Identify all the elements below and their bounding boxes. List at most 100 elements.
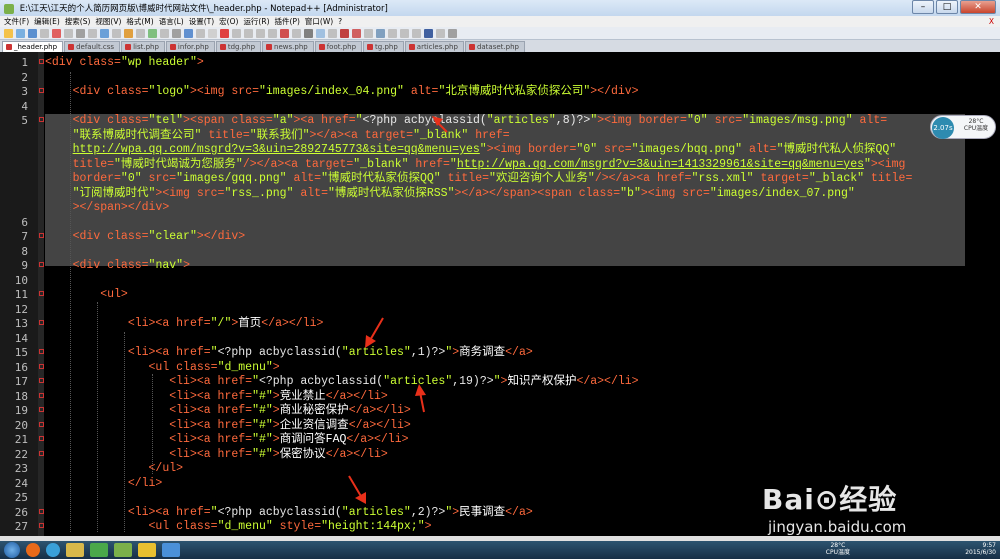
close-button[interactable]: ✕ [960,0,996,14]
menu-item[interactable]: 运行(R) [243,16,269,27]
menu-item[interactable]: 搜索(S) [65,16,91,27]
toolbar-button-icon[interactable] [244,29,253,38]
clock-date: 2015/6/30 [965,549,996,556]
tab-label: tg.php [375,43,398,51]
menu-item[interactable]: 文件(F) [4,16,29,27]
toolbar-button-icon[interactable] [208,29,217,38]
document-tab[interactable]: news.php [262,41,314,52]
toolbar-button-icon[interactable] [388,29,397,38]
toolbar-button-icon[interactable] [448,29,457,38]
firefox-icon[interactable] [26,543,40,557]
red-arrow [365,317,384,348]
toolbar-button-icon[interactable] [148,29,157,38]
toolbar-button-icon[interactable] [340,29,349,38]
menu-item[interactable]: ? [338,17,342,26]
save-state-icon [318,44,325,50]
toolbar-button-icon[interactable] [280,29,289,38]
system-clock[interactable]: 9:57 2015/6/30 [965,542,996,556]
document-tab[interactable]: infor.php [165,41,215,52]
toolbar-button-icon[interactable] [100,29,109,38]
toolbar-button-icon[interactable] [160,29,169,38]
toolbar-button-icon[interactable] [256,29,265,38]
maximize-button[interactable]: □ [936,0,958,14]
start-button[interactable] [4,542,20,558]
toolbar-button-icon[interactable] [88,29,97,38]
toolbar-button-icon[interactable] [136,29,145,38]
toolbar-button-icon[interactable] [28,29,37,38]
toolbar-button-icon[interactable] [412,29,421,38]
baidu-logo: Bai⊙经验 [762,483,898,516]
toolbar-button-icon[interactable] [232,29,241,38]
close-document-button[interactable]: X [989,17,994,26]
tab-label: news.php [274,43,308,51]
save-state-icon [367,44,374,50]
menu-item[interactable]: 宏(O) [219,16,238,27]
menu-item[interactable]: 格式(M) [126,16,153,27]
toolbar-button-icon[interactable] [316,29,325,38]
toolbar-button-icon[interactable] [304,29,313,38]
toolbar-button-icon[interactable] [52,29,61,38]
document-tab[interactable]: tdg.php [215,41,262,52]
cpu-temp-value: 28°C [968,118,984,125]
tab-label: _header.php [14,43,58,51]
menu-item[interactable]: 设置(T) [189,16,214,27]
toolbar-button-icon[interactable] [184,29,193,38]
tab-label: default.css [76,43,115,51]
toolbar-button-icon[interactable] [76,29,85,38]
toolbar-button-icon[interactable] [424,29,433,38]
toolbar-button-icon[interactable] [376,29,385,38]
document-tab[interactable]: dataset.php [464,41,525,52]
save-state-icon [125,44,132,50]
save-state-icon [6,44,12,50]
red-arrow [415,384,426,413]
document-tab[interactable]: list.php [121,41,165,52]
document-tab-bar: _header.php default.css list.php infor.php t… [0,40,1000,52]
toolbar-button-icon[interactable] [400,29,409,38]
save-state-icon [266,44,273,50]
menu-item[interactable]: 窗口(W) [305,16,333,27]
browser-icon[interactable] [46,543,60,557]
toolbar-button-icon[interactable] [16,29,25,38]
toolbar-button-icon[interactable] [64,29,73,38]
window-icon[interactable] [162,543,180,557]
notepadpp-app-icon [4,3,14,14]
menu-item[interactable]: 视图(V) [95,16,121,27]
tray-temp-value: 28°C [830,542,846,549]
toolbar [0,27,1000,40]
document-tab[interactable]: tg.php [363,41,404,52]
toolbar-button-icon[interactable] [328,29,337,38]
toolbar-button-icon[interactable] [4,29,13,38]
document-tab[interactable]: foot.php [314,41,363,52]
document-tab[interactable]: _header.php [2,41,64,52]
red-arrow [432,116,448,133]
menu-item[interactable]: 编辑(E) [34,16,60,27]
code-editor[interactable]: 1 <div class="wp header"> 2 3 <div class="l… [0,52,1000,536]
tab-label: tdg.php [227,43,256,51]
tab-label: foot.php [326,43,357,51]
toolbar-button-icon[interactable] [364,29,373,38]
document-tab[interactable]: default.css [64,41,121,52]
tab-label: list.php [133,43,159,51]
save-state-icon [219,44,226,50]
explorer-icon[interactable] [66,543,84,557]
clock-time: 9:57 [982,542,996,549]
toolbar-button-icon[interactable] [436,29,445,38]
cpu-temp-widget[interactable]: 2.07s 28°C CPU温度 [930,115,996,139]
notepadpp-taskbar-icon[interactable] [114,543,132,557]
minimize-button[interactable]: – [912,0,934,14]
menu-bar: 文件(F) 编辑(E) 搜索(S) 视图(V) 格式(M) 语言(L) 设置(T) 宏(O) 运… [0,16,1000,27]
app-icon[interactable] [90,543,108,557]
toolbar-button-icon[interactable] [220,29,229,38]
toolbar-button-icon[interactable] [292,29,301,38]
document-tab[interactable]: articles.php [404,41,464,52]
toolbar-button-icon[interactable] [268,29,277,38]
menu-item[interactable]: 语言(L) [159,16,184,27]
shield-icon[interactable] [138,543,156,557]
toolbar-button-icon[interactable] [40,29,49,38]
toolbar-button-icon[interactable] [196,29,205,38]
toolbar-button-icon[interactable] [172,29,181,38]
menu-item[interactable]: 插件(P) [275,16,300,27]
toolbar-button-icon[interactable] [124,29,133,38]
toolbar-button-icon[interactable] [112,29,121,38]
toolbar-button-icon[interactable] [352,29,361,38]
